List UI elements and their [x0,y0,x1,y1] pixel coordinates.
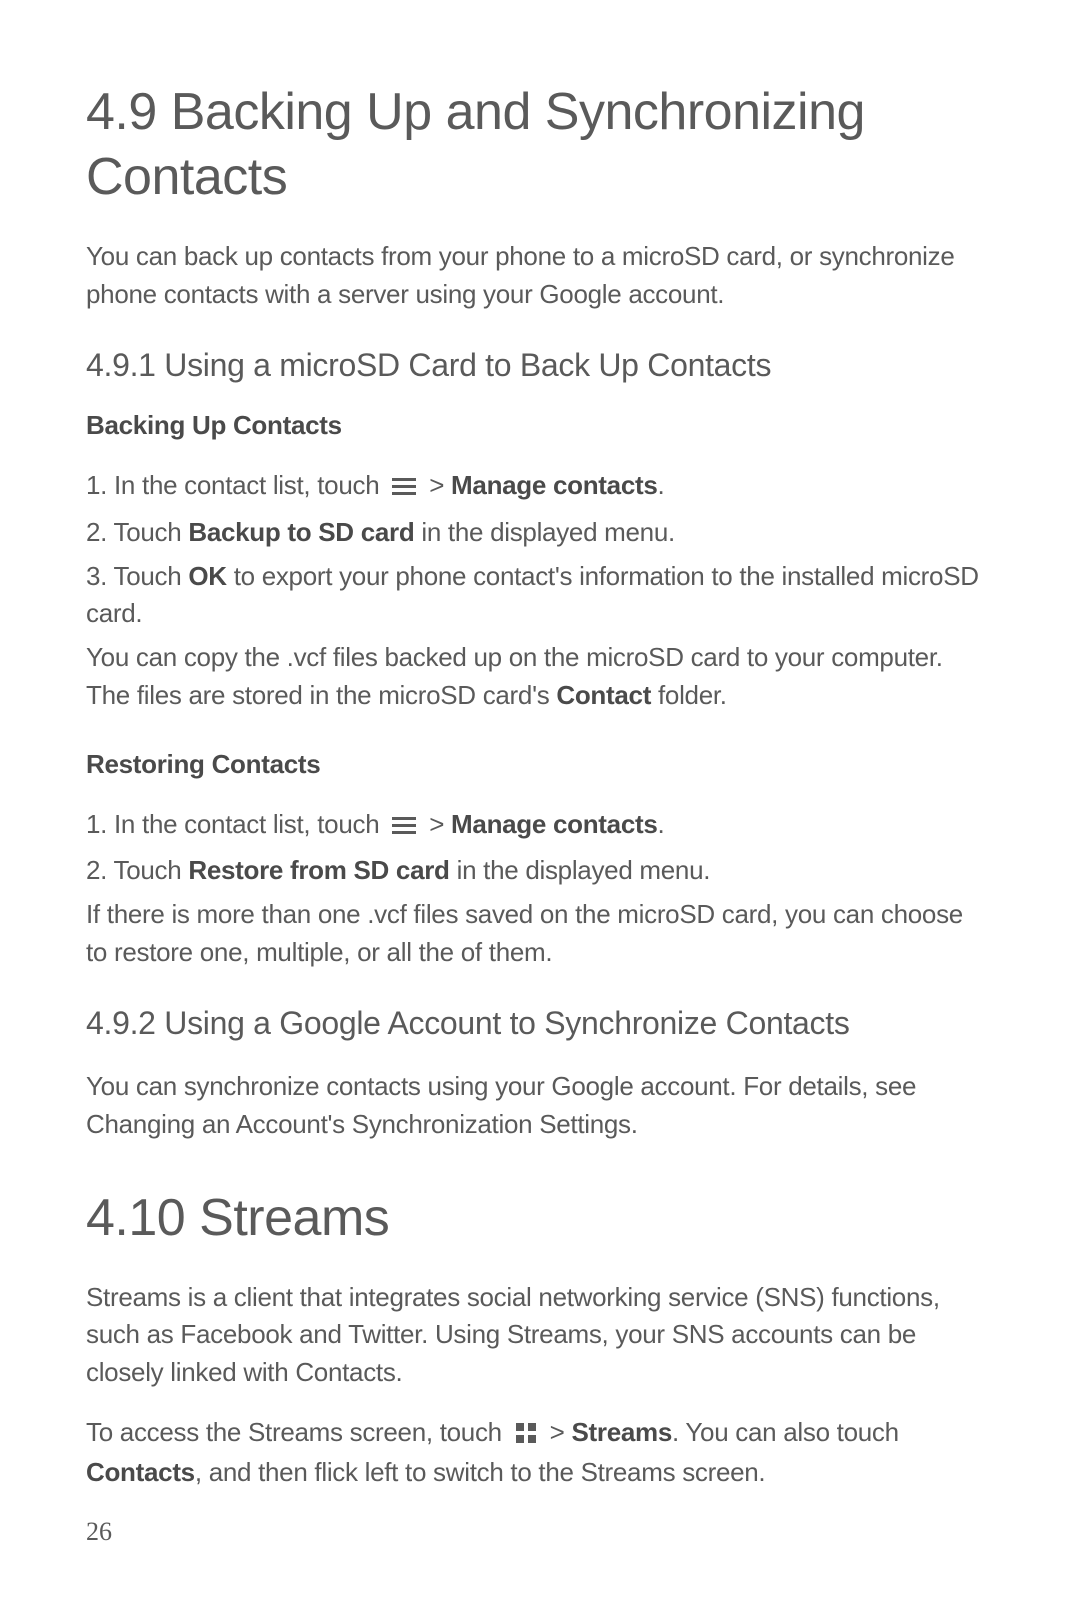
text: To access the Streams screen, touch [86,1417,509,1447]
backup-step-3: 3. Touch OK to export your phone contact… [86,558,984,633]
text: . [658,470,665,500]
restore-note: If there is more than one .vcf files sav… [86,896,984,971]
text: . You can also touch [672,1417,899,1447]
section-4-9-intro: You can back up contacts from your phone… [86,238,984,313]
section-4-10-intro: Streams is a client that integrates soci… [86,1279,984,1392]
backup-step-1: 1. In the contact list, touch > Manage c… [86,467,984,508]
text-bold: Manage contacts [451,470,657,500]
text-bold: Manage contacts [451,809,657,839]
text: in the displayed menu. [421,517,675,547]
section-4-10-access: To access the Streams screen, touch > St… [86,1414,984,1492]
text: 3. Touch [86,561,188,591]
restore-step-2: 2. Touch Restore from SD card in the dis… [86,852,984,890]
menu-icon [392,470,416,508]
document-page: 4.9 Backing Up and Synchronizing Contact… [0,0,1080,1617]
text: 1. In the contact list, touch [86,809,386,839]
page-number: 26 [86,1517,112,1547]
backing-up-contacts-heading: Backing Up Contacts [86,410,984,441]
text-bold: Contact [556,680,651,710]
restore-step-1: 1. In the contact list, touch > Manage c… [86,806,984,847]
text: 1. In the contact list, touch [86,470,386,500]
text-bold: Backup to SD card [188,517,414,547]
text: . [658,809,665,839]
menu-icon [392,809,416,847]
text: 2. Touch [86,855,188,885]
section-4-9-1-heading: 4.9.1 Using a microSD Card to Back Up Co… [86,347,984,384]
text: folder. [658,680,727,710]
text: 2. Touch [86,517,188,547]
text-bold: Contacts [86,1457,195,1487]
text-bold: Restore from SD card [188,855,449,885]
backup-note: You can copy the .vcf files backed up on… [86,639,984,714]
section-4-9-2-body: You can synchronize contacts using your … [86,1068,984,1143]
section-4-9-2-heading: 4.9.2 Using a Google Account to Synchron… [86,1005,984,1042]
text: > [429,470,451,500]
restoring-contacts-heading: Restoring Contacts [86,749,984,780]
text: > [550,1417,572,1447]
apps-grid-icon [515,1417,537,1455]
backup-step-2: 2. Touch Backup to SD card in the displa… [86,514,984,552]
section-4-10-title: 4.10 Streams [86,1186,984,1251]
text-bold: OK [188,561,226,591]
text: , and then flick left to switch to the S… [195,1457,766,1487]
section-4-9-title: 4.9 Backing Up and Synchronizing Contact… [86,80,984,210]
text: in the displayed menu. [457,855,711,885]
text: You can copy the .vcf files backed up on… [86,642,943,710]
text-bold: Streams [571,1417,672,1447]
text: > [429,809,451,839]
